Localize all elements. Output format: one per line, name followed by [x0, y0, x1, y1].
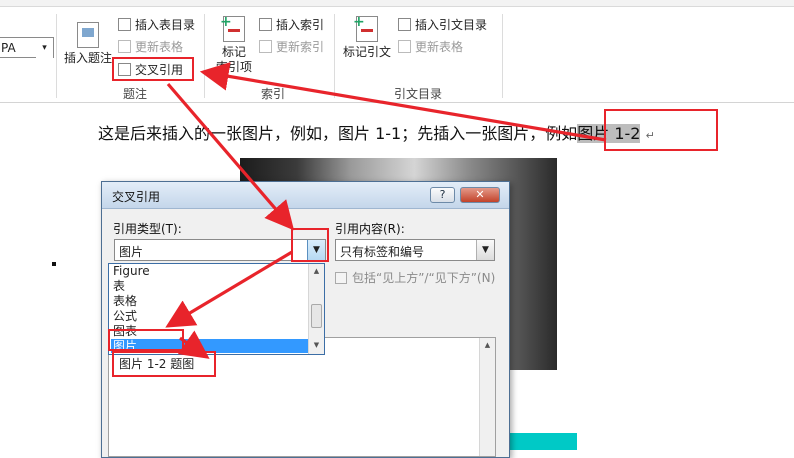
arrow-to-caption — [177, 330, 210, 359]
annotation-arrows — [165, 62, 607, 359]
arrow-to-option — [165, 250, 293, 328]
arrow-to-dropdown — [166, 82, 295, 231]
arrow-to-cross-reference — [199, 62, 607, 142]
